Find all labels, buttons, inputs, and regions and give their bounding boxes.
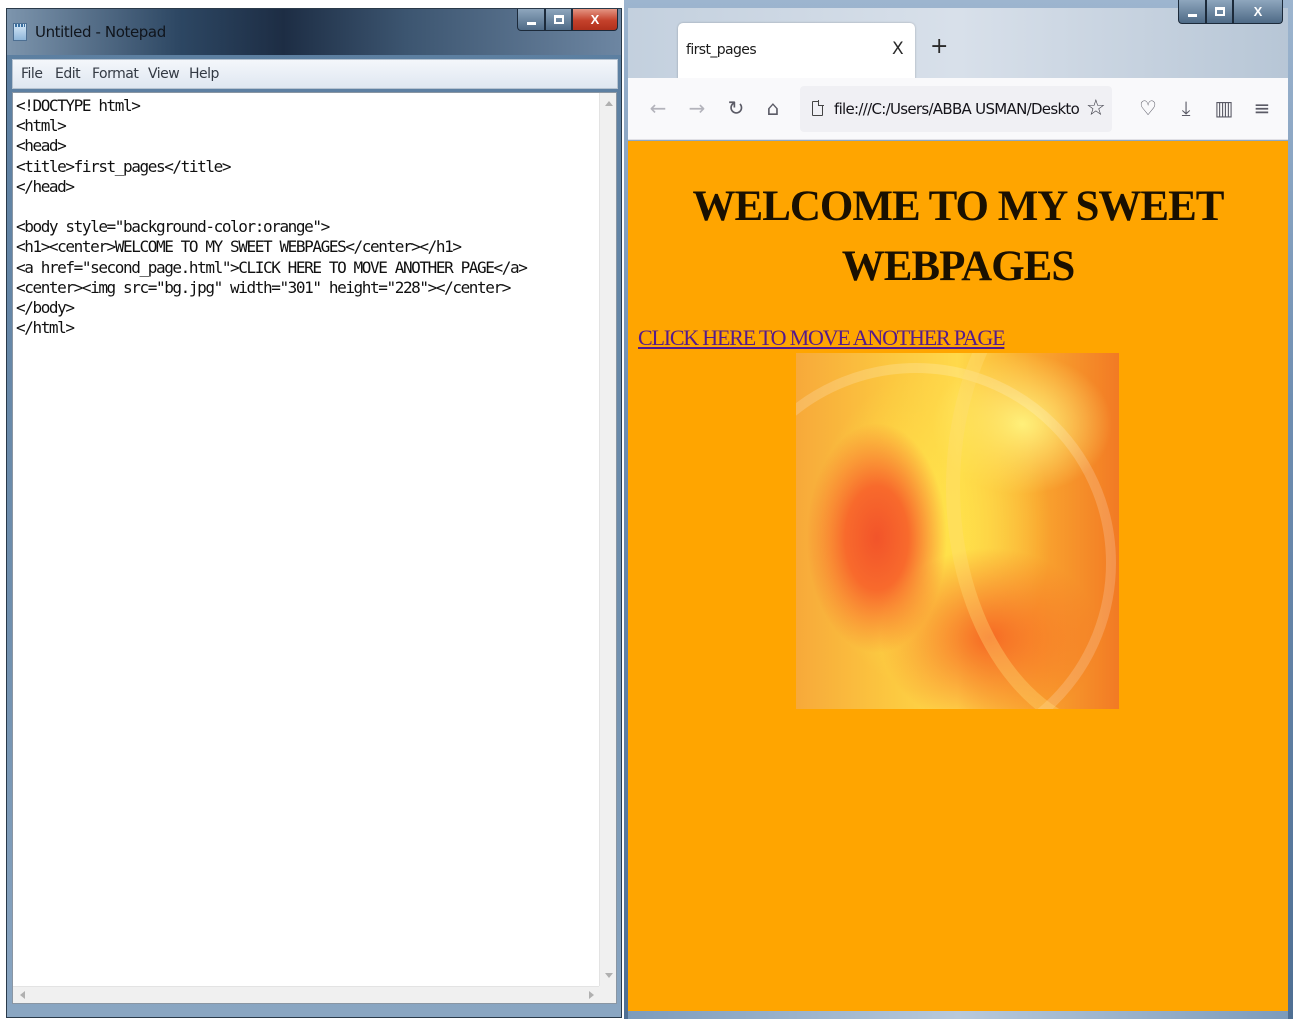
resize-grip[interactable] [599, 986, 616, 1003]
menu-edit[interactable]: Edit [55, 66, 81, 82]
address-url[interactable]: file:///C:/Users/ABBA USMAN/Desktop [834, 100, 1080, 118]
close-icon: X [1253, 4, 1263, 19]
scroll-down-icon[interactable] [605, 973, 613, 978]
new-tab-icon[interactable]: + [930, 36, 948, 58]
background-image [796, 353, 1119, 709]
page-icon[interactable] [812, 100, 824, 116]
scroll-up-icon[interactable] [605, 101, 613, 106]
browser-bottom-edge [628, 1011, 1288, 1019]
downloads-icon[interactable]: ⤓ [1174, 96, 1198, 120]
scroll-left-icon[interactable] [20, 991, 25, 999]
notepad-text-area[interactable]: <!DOCTYPE html> <html> <head> <title>fir… [12, 92, 617, 1004]
browser-close-button[interactable]: X [1233, 0, 1283, 24]
maximize-icon [1214, 7, 1225, 16]
browser-toolbar: ← → ↻ ⌂ file:///C:/Users/ABBA USMAN/Desk… [628, 78, 1288, 140]
notepad-title: Untitled - Notepad [35, 23, 166, 41]
bookmark-star-icon[interactable]: ☆ [1086, 96, 1106, 121]
reload-icon[interactable]: ↻ [724, 96, 748, 120]
vertical-scrollbar[interactable] [599, 93, 616, 986]
close-icon: X [590, 12, 600, 27]
home-icon[interactable]: ⌂ [761, 96, 785, 120]
menu-help[interactable]: Help [189, 66, 219, 82]
menu-view[interactable]: View [148, 66, 180, 82]
forward-icon[interactable]: → [685, 96, 709, 120]
notepad-text-content[interactable]: <!DOCTYPE html> <html> <head> <title>fir… [16, 96, 596, 338]
page-viewport: WELCOME TO MY SWEET WEBPAGES CLICK HERE … [628, 141, 1288, 1011]
menu-format[interactable]: Format [92, 66, 139, 82]
minimize-icon [526, 21, 536, 25]
browser-window: first_pages X + X ← → ↻ ⌂ file:///C:/Use… [624, 0, 1293, 1019]
menu-file[interactable]: File [21, 66, 43, 82]
maximize-button[interactable] [545, 9, 572, 31]
browser-minimize-button[interactable] [1178, 0, 1206, 24]
minimize-button[interactable] [517, 9, 545, 31]
pocket-icon[interactable]: ♡ [1136, 96, 1160, 120]
close-button[interactable]: X [572, 9, 618, 31]
notepad-titlebar[interactable]: Untitled - Notepad X [7, 9, 621, 55]
notepad-window: Untitled - Notepad X File Edit Format Vi… [6, 8, 622, 1018]
minimize-icon [1187, 13, 1197, 17]
maximize-icon [553, 15, 564, 24]
notepad-app-icon [13, 23, 27, 41]
tab-first-pages[interactable]: first_pages X [678, 23, 915, 79]
tab-title: first_pages [686, 42, 757, 58]
move-page-link[interactable]: CLICK HERE TO MOVE ANOTHER PAGE [638, 325, 1006, 351]
browser-maximize-button[interactable] [1206, 0, 1233, 24]
notepad-menubar: File Edit Format View Help [12, 59, 618, 89]
back-icon[interactable]: ← [646, 96, 670, 120]
sidebar-icon[interactable]: ▥ [1212, 96, 1236, 120]
menu-icon[interactable]: ≡ [1250, 96, 1274, 120]
page-heading: WELCOME TO MY SWEET WEBPAGES [692, 183, 1225, 290]
address-bar[interactable]: file:///C:/Users/ABBA USMAN/Desktop ☆ [800, 86, 1112, 132]
tab-close-icon[interactable]: X [892, 39, 904, 59]
horizontal-scrollbar[interactable] [13, 986, 601, 1003]
scroll-right-icon[interactable] [589, 991, 594, 999]
